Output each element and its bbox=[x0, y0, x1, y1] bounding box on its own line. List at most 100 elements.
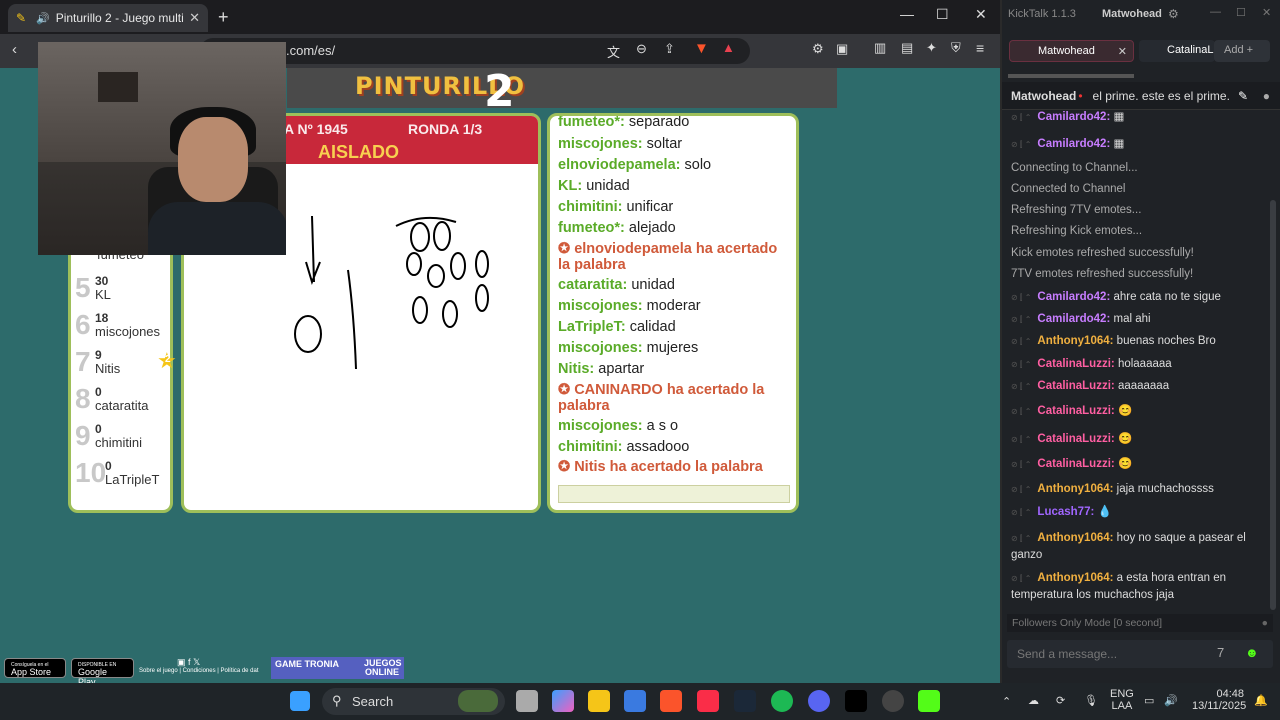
leo-icon[interactable]: ✦ bbox=[926, 40, 937, 56]
close-window-icon[interactable]: ✕ bbox=[975, 6, 987, 23]
mod-actions-icon[interactable]: ⊘ ⫿ ⌃ bbox=[1011, 407, 1031, 416]
player-name: Nitis bbox=[95, 361, 121, 376]
chat-username[interactable]: CatalinaLuzzi: bbox=[1037, 405, 1114, 417]
new-tab-button[interactable]: + bbox=[218, 7, 229, 28]
mod-actions-icon[interactable]: ⊘ ⫿ ⌃ bbox=[1011, 485, 1031, 494]
kick-minimize-icon[interactable]: — bbox=[1210, 6, 1221, 18]
mod-actions-icon[interactable]: ⊘ ⫿ ⌃ bbox=[1011, 360, 1031, 369]
music-icon[interactable] bbox=[697, 690, 719, 712]
brave-rewards-icon[interactable]: ▲ bbox=[722, 40, 735, 55]
steam-icon[interactable] bbox=[734, 690, 756, 712]
kick-icon[interactable] bbox=[918, 690, 940, 712]
maximize-icon[interactable]: ☐ bbox=[936, 6, 949, 23]
mod-actions-icon[interactable]: ⊘ ⫿ ⌃ bbox=[1011, 574, 1031, 583]
task-view-icon[interactable] bbox=[516, 690, 538, 712]
chat-username[interactable]: Anthony1064: bbox=[1037, 483, 1113, 495]
volume-icon[interactable]: 🔊 bbox=[1164, 694, 1178, 707]
chat-username[interactable]: CatalinaLuzzi: bbox=[1037, 458, 1114, 470]
sidebar-icon[interactable]: ▥ bbox=[874, 40, 886, 56]
chat-username[interactable]: Camilardo42: bbox=[1037, 291, 1110, 303]
network-icon[interactable]: ▭ bbox=[1144, 694, 1154, 707]
chat-input[interactable]: Send a message... 7 ☻ bbox=[1007, 640, 1273, 668]
file-explorer-icon[interactable] bbox=[588, 690, 610, 712]
current-word: AISLADO bbox=[318, 142, 399, 162]
chat-text: unificar bbox=[626, 199, 674, 215]
lang-code: ENG bbox=[1110, 688, 1134, 700]
mod-actions-icon[interactable]: ⊘ ⫿ ⌃ bbox=[1011, 140, 1031, 149]
app-icon[interactable] bbox=[845, 690, 867, 712]
gametronia-banner[interactable]: GAME TRONIA JUEGOS ONLINE bbox=[271, 657, 404, 679]
translate-icon[interactable]: 文 bbox=[607, 42, 620, 61]
browser-tab[interactable]: ✎ 🔊 Pinturillo 2 - Juego multijuga ✕ bbox=[8, 4, 208, 32]
minimize-icon[interactable]: — bbox=[900, 6, 914, 22]
windows-start-icon[interactable] bbox=[290, 691, 310, 711]
mod-actions-icon[interactable]: ⊘ ⫿ ⌃ bbox=[1011, 293, 1031, 302]
chat-username[interactable]: CatalinaLuzzi: bbox=[1037, 380, 1114, 392]
taskbar-search[interactable]: ⚲ Search bbox=[322, 688, 505, 715]
sync-icon[interactable]: ⟳ bbox=[1056, 694, 1065, 707]
info-icon[interactable]: ● bbox=[1262, 617, 1268, 629]
pin-icon[interactable]: ✎ bbox=[1238, 89, 1248, 103]
mod-actions-icon[interactable]: ⊘ ⫿ ⌃ bbox=[1011, 460, 1031, 469]
kick-emote-icon[interactable]: ☻ bbox=[1245, 645, 1259, 660]
wallet-icon[interactable]: ▤ bbox=[901, 40, 913, 56]
tab-matwohead[interactable]: Matwohead ✕ bbox=[1009, 40, 1134, 62]
status-message: Kick emotes refreshed successfully! bbox=[1011, 245, 1271, 262]
chat-text: ahre cata no te sigue bbox=[1113, 291, 1221, 303]
add-tab-button[interactable]: Add + bbox=[1214, 40, 1270, 62]
language-indicator[interactable]: ENG LAA bbox=[1110, 688, 1134, 712]
google-play-badge[interactable]: DISPONIBLE EN Google Play bbox=[71, 658, 134, 687]
close-tab-icon[interactable]: ✕ bbox=[189, 10, 200, 26]
brave-shields-icon[interactable]: ▼ bbox=[694, 40, 709, 57]
menu-icon[interactable]: ≡ bbox=[976, 40, 984, 56]
social-icons[interactable]: ▣ f 𝕏 bbox=[177, 657, 200, 668]
mod-actions-icon[interactable]: ⊘ ⫿ ⌃ bbox=[1011, 337, 1031, 346]
back-icon[interactable]: ‹ bbox=[12, 41, 17, 58]
mic-icon[interactable]: 🎙 bbox=[1084, 694, 1098, 707]
chat-text: Kick emotes refreshed successfully! bbox=[1011, 247, 1194, 259]
footer-links[interactable]: Sobre el juego | Condiciones | Política … bbox=[139, 668, 259, 674]
extensions-icon[interactable]: ⚙ bbox=[812, 41, 824, 57]
mod-actions-icon[interactable]: ⊘ ⫿ ⌃ bbox=[1011, 435, 1031, 444]
mod-actions-icon[interactable]: ⊘ ⫿ ⌃ bbox=[1011, 382, 1031, 391]
chat-username[interactable]: Anthony1064: bbox=[1037, 572, 1113, 584]
copilot-icon[interactable] bbox=[552, 690, 574, 712]
settings-gear-icon[interactable]: ⚙ bbox=[1168, 7, 1179, 21]
mod-actions-icon[interactable]: ⊘ ⫿ ⌃ bbox=[1011, 315, 1031, 324]
vpn-icon[interactable]: ⛨ bbox=[951, 40, 961, 56]
user-icon[interactable]: ● bbox=[1263, 89, 1270, 103]
close-tab-icon[interactable]: ✕ bbox=[1118, 45, 1127, 58]
tray-chevron-icon[interactable]: ⌃ bbox=[1002, 695, 1011, 708]
cloud-icon[interactable]: ☁ bbox=[1028, 694, 1039, 707]
7tv-emote-icon[interactable]: 7 bbox=[1217, 645, 1224, 660]
chat-username[interactable]: Camilardo42: bbox=[1037, 138, 1110, 150]
spotify-icon[interactable] bbox=[771, 690, 793, 712]
chat-username[interactable]: Camilardo42: bbox=[1037, 313, 1110, 325]
brave-icon[interactable] bbox=[660, 690, 682, 712]
tab-catalinaluzzi[interactable]: CatalinaLuzzi bbox=[1139, 40, 1215, 62]
chat-username[interactable]: Anthony1064: bbox=[1037, 532, 1113, 544]
app-store-badge[interactable]: Consíguela en el App Store bbox=[4, 658, 66, 678]
chat-text: solo bbox=[684, 157, 712, 173]
mod-actions-icon[interactable]: ⊘ ⫿ ⌃ bbox=[1011, 113, 1031, 122]
share-icon[interactable]: ⇪ bbox=[664, 41, 675, 57]
chat-username[interactable]: Anthony1064: bbox=[1037, 335, 1113, 347]
chat-username[interactable]: CatalinaLuzzi: bbox=[1037, 358, 1114, 370]
chat-scrollbar[interactable] bbox=[1270, 200, 1276, 610]
chat-username[interactable]: CatalinaLuzzi: bbox=[1037, 433, 1114, 445]
chat-username[interactable]: Lucash77: bbox=[1037, 506, 1094, 518]
mod-actions-icon[interactable]: ⊘ ⫿ ⌃ bbox=[1011, 534, 1031, 543]
speaker-icon[interactable]: 🔊 bbox=[36, 12, 50, 25]
obs-icon[interactable] bbox=[882, 690, 904, 712]
kick-maximize-icon[interactable]: ☐ bbox=[1236, 6, 1246, 19]
store-icon[interactable] bbox=[624, 690, 646, 712]
kick-close-icon[interactable]: ✕ bbox=[1262, 6, 1271, 19]
zoom-icon[interactable]: ⊖ bbox=[636, 41, 647, 57]
mod-actions-icon[interactable]: ⊘ ⫿ ⌃ bbox=[1011, 508, 1031, 517]
clock[interactable]: 04:48 13/11/2025 bbox=[1192, 688, 1246, 712]
notification-icon[interactable]: 🔔 bbox=[1254, 694, 1268, 707]
guess-input[interactable] bbox=[558, 485, 790, 503]
chat-username[interactable]: Camilardo42: bbox=[1037, 111, 1110, 123]
screenshot-icon[interactable]: ▣ bbox=[836, 41, 848, 57]
discord-icon[interactable] bbox=[808, 690, 830, 712]
